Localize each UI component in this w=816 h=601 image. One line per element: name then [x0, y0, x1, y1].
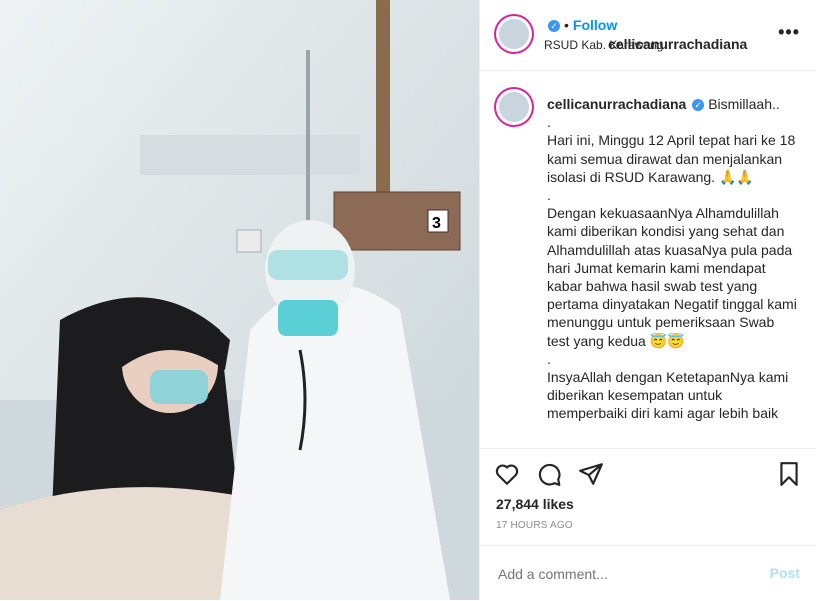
- bed-number: 3: [432, 215, 441, 232]
- share-icon[interactable]: [578, 461, 604, 487]
- caption-text: cellicanurrachadiana ✓ Bismillaah.. . Har…: [547, 95, 797, 423]
- more-options-icon[interactable]: •••: [778, 22, 800, 43]
- post-photo[interactable]: 3: [0, 0, 479, 600]
- post-side-panel: cellicanurrachadiana ✓ • Follow RSUD Kab. K…: [479, 0, 816, 600]
- post-header: cellicanurrachadiana ✓ • Follow RSUD Kab. K…: [480, 0, 816, 71]
- hospital-scene-illustration: 3: [0, 0, 479, 600]
- comment-icon[interactable]: [536, 461, 562, 487]
- location-link[interactable]: RSUD Kab. Karawang: [544, 38, 663, 52]
- heart-icon[interactable]: [494, 461, 520, 487]
- verified-icon: ✓: [548, 20, 560, 33]
- avatar[interactable]: [496, 16, 532, 52]
- action-bar: [480, 448, 816, 499]
- likes-count[interactable]: 27,844 likes: [496, 496, 574, 512]
- post-timestamp[interactable]: 17 HOURS AGO: [496, 520, 573, 531]
- follow-button[interactable]: Follow: [573, 17, 617, 33]
- caption-body: Bismillaah.. . Hari ini, Minggu 12 April…: [547, 96, 797, 422]
- comment-input[interactable]: [496, 565, 740, 583]
- post-comment-button[interactable]: Post: [770, 565, 800, 581]
- separator-dot: •: [564, 17, 569, 33]
- caption-avatar[interactable]: [496, 89, 532, 125]
- caption-username-link[interactable]: cellicanurrachadiana: [547, 96, 686, 112]
- caption-verified-icon: ✓: [692, 99, 705, 112]
- bookmark-icon[interactable]: [776, 461, 802, 487]
- caption-section: cellicanurrachadiana ✓ Bismillaah.. . Har…: [480, 71, 816, 447]
- comment-box: Post: [480, 545, 816, 601]
